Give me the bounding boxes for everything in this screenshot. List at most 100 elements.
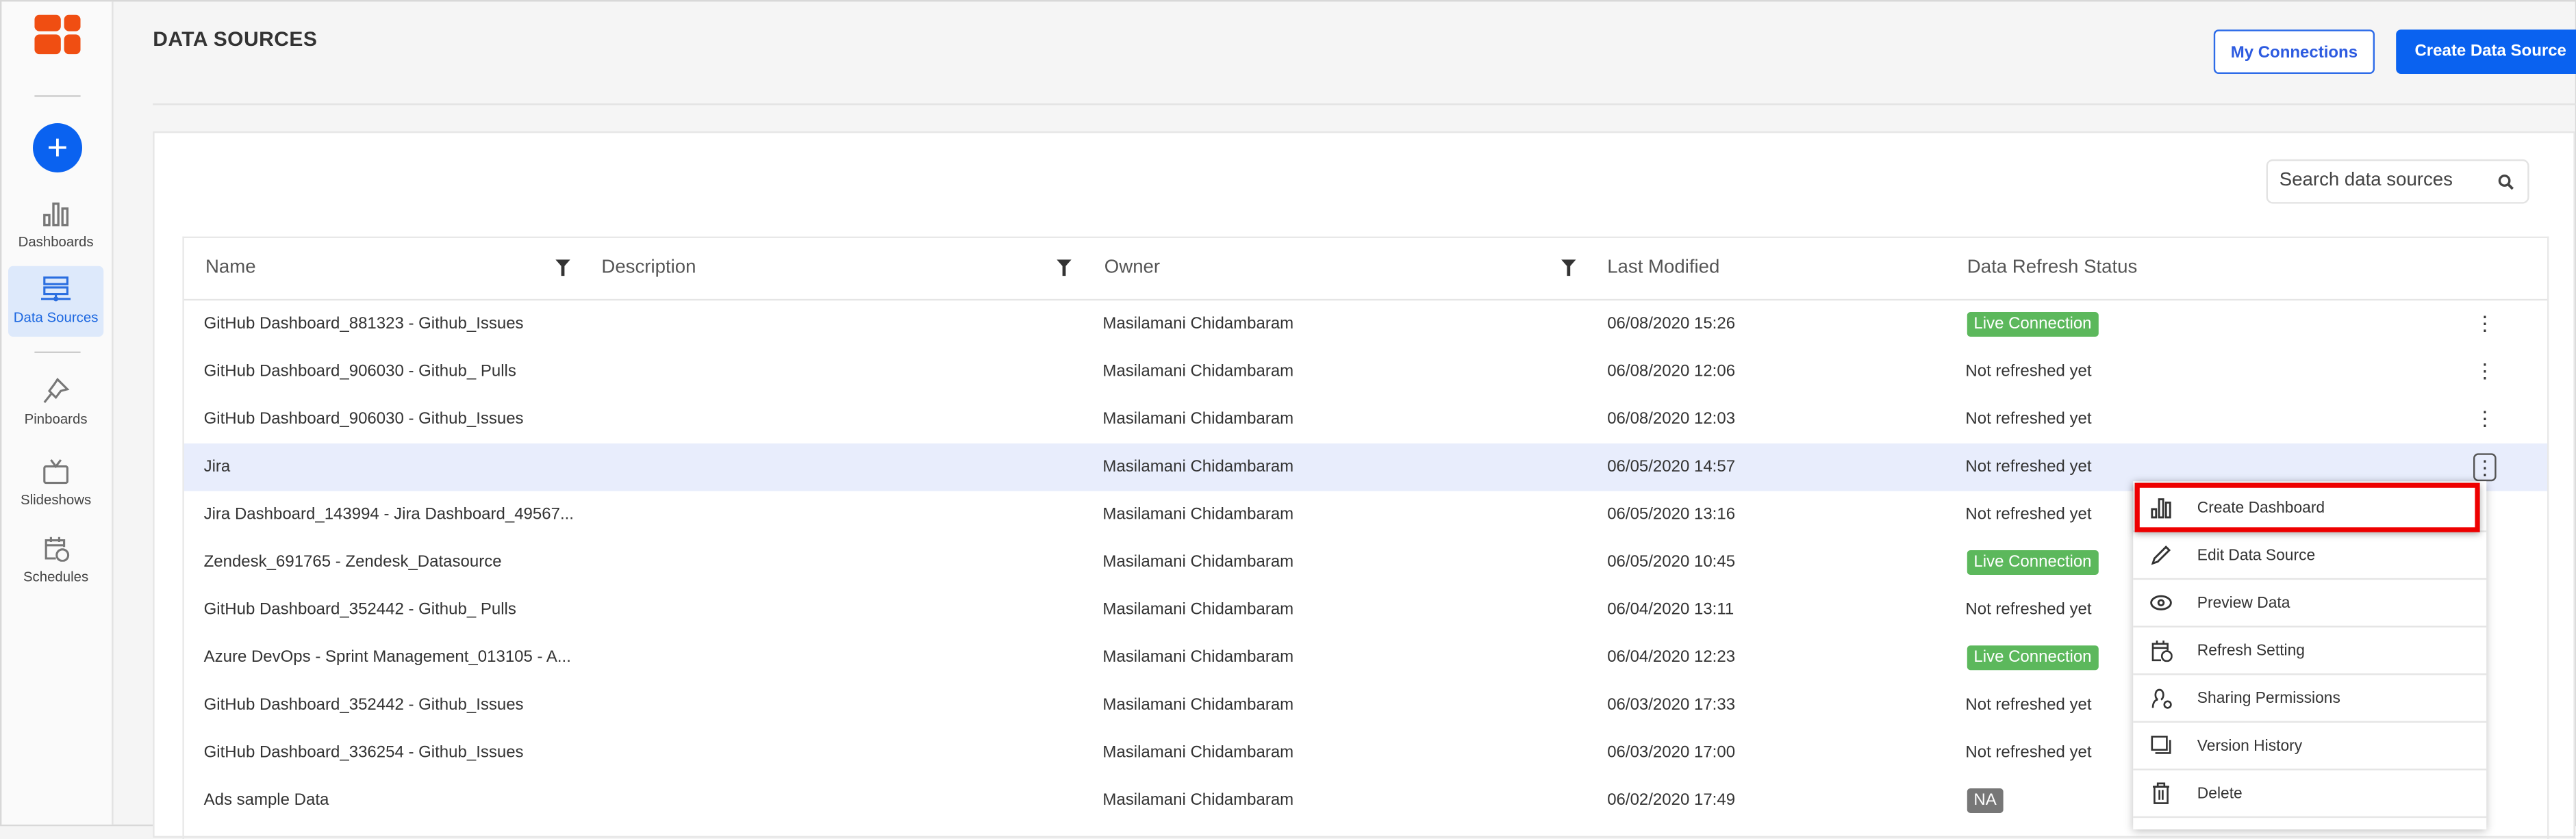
create-button[interactable]: + [33,123,83,173]
pin-icon [43,378,70,403]
menu-item-version-history[interactable]: Version History [2133,723,2487,771]
status-badge-na: NA [1967,788,2004,813]
search-box[interactable] [2266,159,2529,204]
row-actions-button[interactable]: ⋮ [2473,358,2497,386]
create-data-source-button[interactable]: Create Data Source [2396,29,2576,75]
cell-name[interactable]: Zendesk_691765 - Zendesk_Datasource [204,539,502,586]
sidebar-item-slideshows[interactable]: Slideshows [8,459,103,508]
cell-owner: Masilamani Chidambaram [1102,696,1294,714]
cell-last-modified: 06/05/2020 13:16 [1607,506,1736,524]
cell-name[interactable]: GitHub Dashboard_336254 - Github_Issues [204,730,524,777]
calendar-clock-icon [45,537,70,562]
cell-name[interactable]: Jira [204,443,231,491]
kebab-icon: ⋮ [2475,407,2495,430]
sidebar-item-label: Slideshows [21,491,92,508]
status-text: Not refreshed yet [1965,458,2092,476]
column-header-name[interactable]: Name [205,238,256,299]
column-header-owner[interactable]: Owner [1104,238,1160,299]
cell-last-modified: 06/04/2020 12:23 [1607,649,1736,667]
cell-owner: Masilamani Chidambaram [1102,411,1294,429]
menu-item-label: Sharing Permissions [2197,690,2340,708]
kebab-icon: ⋮ [2475,456,2495,480]
sidebar-item-data-sources[interactable]: Data Sources [8,266,104,337]
cell-owner: Masilamani Chidambaram [1102,315,1294,334]
search-input[interactable] [2276,169,2497,192]
cell-owner: Masilamani Chidambaram [1102,649,1294,667]
sidebar: + Dashboards Data Sources Pinboards Slid… [1,1,114,825]
menu-item-label: Delete [2197,785,2243,803]
sidebar-divider [34,351,81,353]
column-header-last-modified[interactable]: Last Modified [1607,238,1719,299]
cell-owner: Masilamani Chidambaram [1102,553,1294,572]
status-text: Not refreshed yet [1965,506,2092,524]
user-gear-icon [2151,688,2172,709]
table-row[interactable]: GitHub Dashboard_906030 - Github_ Pulls … [184,348,2547,396]
cell-owner: Masilamani Chidambaram [1102,363,1294,381]
cell-last-modified: 06/05/2020 10:45 [1607,553,1736,572]
menu-item-preview-data[interactable]: Preview Data [2133,580,2487,628]
cell-last-modified: 06/08/2020 12:03 [1607,411,1736,429]
cell-name[interactable]: GitHub Dashboard_352442 - Github_Issues [204,682,524,730]
filter-icon[interactable] [1057,259,1072,276]
filter-icon[interactable] [1561,259,1576,276]
my-connections-button[interactable]: My Connections [2213,29,2375,75]
filter-icon[interactable] [555,259,570,276]
sidebar-item-dashboards[interactable]: Dashboards [8,201,103,250]
trash-icon [2153,782,2170,804]
cell-name[interactable]: GitHub Dashboard_881323 - Github_Issues [204,300,524,348]
cell-last-modified: 06/03/2020 17:00 [1607,744,1736,762]
menu-item-label: Version History [2197,737,2303,756]
header-divider [153,103,2576,105]
database-icon [41,276,71,302]
sidebar-item-label: Data Sources [13,309,99,326]
menu-item-label: Refresh Setting [2197,642,2305,660]
context-menu: Create Dashboard Edit Data Source Previe… [2133,481,2487,829]
sidebar-item-schedules[interactable]: Schedules [8,535,103,584]
cell-name[interactable]: GitHub Dashboard_352442 - Github_ Pulls [204,586,516,634]
app-window: + Dashboards Data Sources Pinboards Slid… [0,0,2576,839]
column-header-description[interactable]: Description [601,238,696,299]
sidebar-item-label: Dashboards [18,233,94,250]
table-row[interactable]: GitHub Dashboard_906030 - Github_Issues … [184,396,2547,443]
kebab-icon: ⋮ [2475,359,2495,383]
menu-item-delete[interactable]: Delete [2133,771,2487,818]
sidebar-item-label: Schedules [23,568,89,585]
status-text: Not refreshed yet [1965,363,2092,381]
row-actions-button[interactable]: ⋮ [2473,406,2497,434]
plus-icon: + [47,126,68,168]
cell-last-modified: 06/04/2020 13:11 [1607,601,1734,619]
cell-owner: Masilamani Chidambaram [1102,506,1294,524]
menu-item-label: Preview Data [2197,594,2290,613]
menu-item-sharing-permissions[interactable]: Sharing Permissions [2133,675,2487,723]
tv-icon [43,459,68,485]
status-text: Not refreshed yet [1965,696,2092,714]
cell-name[interactable]: GitHub Dashboard_906030 - Github_Issues [204,396,524,443]
row-actions-button[interactable]: ⋮ [2473,311,2497,339]
row-actions-button[interactable]: ⋮ [2473,453,2497,482]
cell-name[interactable]: Jira Dashboard_143994 - Jira Dashboard_4… [204,491,574,539]
cell-last-modified: 06/05/2020 14:57 [1607,458,1736,476]
table-row[interactable]: GitHub Dashboard_881323 - Github_Issues … [184,300,2547,348]
cell-owner: Masilamani Chidambaram [1102,791,1294,810]
cell-owner: Masilamani Chidambaram [1102,601,1294,619]
sidebar-divider [34,95,81,97]
cell-last-modified: 06/08/2020 15:26 [1607,315,1736,334]
status-badge-live: Live Connection [1967,550,2099,576]
cell-owner: Masilamani Chidambaram [1102,458,1294,476]
cell-name[interactable]: GitHub Dashboard_906030 - Github_ Pulls [204,348,516,396]
status-text: Not refreshed yet [1965,744,2092,762]
menu-item-edit-data-source[interactable]: Edit Data Source [2133,532,2487,580]
cell-name[interactable]: Azure DevOps - Sprint Management_013105 … [204,634,571,682]
search-icon[interactable] [2498,174,2514,190]
cell-last-modified: 06/03/2020 17:33 [1607,696,1736,714]
status-text: Not refreshed yet [1965,601,2092,619]
app-logo[interactable] [34,14,81,55]
status-badge-live: Live Connection [1967,645,2099,671]
column-header-data-refresh-status: Data Refresh Status [1967,257,2138,278]
cell-name[interactable]: Ads sample Data [204,777,329,825]
menu-item-refresh-setting[interactable]: Refresh Setting [2133,628,2487,675]
eye-icon [2150,595,2172,610]
menu-item-label: Edit Data Source [2197,547,2316,565]
sidebar-item-pinboards[interactable]: Pinboards [8,378,103,427]
calendar-clock-icon [2151,641,2173,662]
